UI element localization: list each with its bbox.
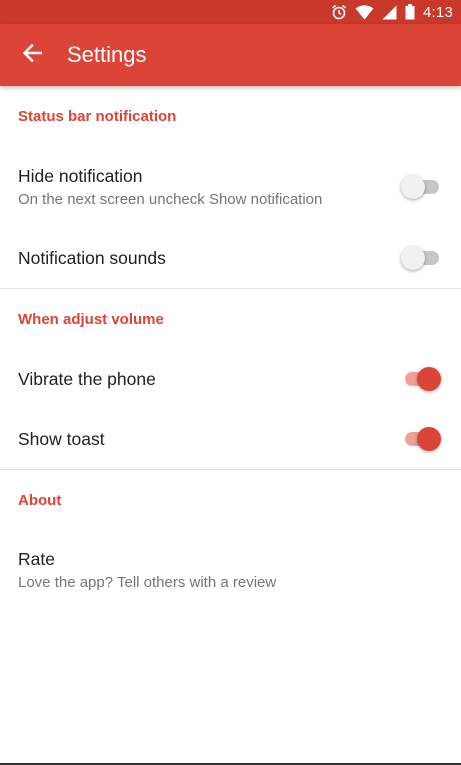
settings-list: Status bar notification Hide notificatio…: [0, 86, 461, 610]
hide-notification-switch[interactable]: [401, 174, 441, 200]
setting-title: Rate: [18, 549, 55, 569]
app-bar: Settings: [0, 24, 461, 86]
section-header-about: About: [18, 491, 62, 509]
alarm-icon: [331, 4, 347, 20]
notification-sounds-switch[interactable]: [401, 245, 441, 271]
switch-thumb: [417, 367, 441, 391]
setting-show-toast-text: Show toast: [18, 429, 105, 450]
setting-show-toast[interactable]: Show toast: [0, 409, 461, 469]
switch-thumb: [401, 246, 425, 270]
setting-hide-notification[interactable]: Hide notification On the next screen unc…: [0, 146, 461, 228]
show-toast-switch[interactable]: [401, 426, 441, 452]
setting-title: Hide notification: [18, 166, 143, 186]
setting-vibrate-the-phone-text: Vibrate the phone: [18, 369, 156, 390]
setting-title: Notification sounds: [18, 247, 166, 268]
back-button[interactable]: [0, 24, 64, 86]
section-header-when-adjust-volume: When adjust volume: [18, 310, 164, 328]
setting-notification-sounds-text: Notification sounds: [18, 248, 166, 269]
arrow-back-icon: [22, 43, 43, 68]
setting-notification-sounds[interactable]: Notification sounds: [0, 228, 461, 288]
wifi-icon: [355, 4, 374, 20]
signal-icon: [382, 5, 397, 20]
setting-rate-text: Rate Love the app? Tell others with a re…: [18, 549, 276, 591]
setting-subtitle: On the next screen uncheck Show notifica…: [18, 191, 323, 208]
battery-icon: [405, 4, 415, 20]
setting-subtitle: Love the app? Tell others with a review: [18, 574, 277, 591]
setting-vibrate-the-phone[interactable]: Vibrate the phone: [0, 349, 461, 409]
page-title: Settings: [67, 42, 147, 67]
status-time: 4:13: [423, 3, 453, 21]
setting-rate[interactable]: Rate Love the app? Tell others with a re…: [0, 530, 461, 610]
status-bar: 4:13: [0, 0, 461, 24]
setting-title: Vibrate the phone: [18, 368, 156, 389]
settings-screen: 4:13 Settings Status bar notification Hi…: [0, 0, 461, 765]
section-header-status-bar-notification: Status bar notification: [18, 107, 177, 125]
switch-thumb: [401, 175, 425, 199]
vibrate-the-phone-switch[interactable]: [401, 366, 441, 392]
setting-hide-notification-text: Hide notification On the next screen unc…: [18, 166, 322, 208]
setting-title: Show toast: [18, 428, 105, 449]
switch-thumb: [417, 427, 441, 451]
